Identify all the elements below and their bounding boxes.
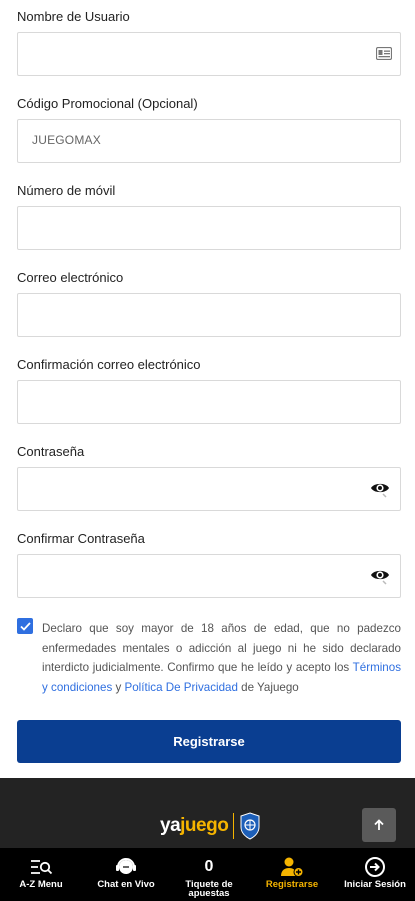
nav-login-label: Iniciar Sesión [344, 879, 406, 890]
password-confirm-input[interactable] [17, 554, 401, 598]
login-icon [365, 857, 385, 877]
username-label: Nombre de Usuario [17, 9, 130, 24]
email-confirm-input[interactable] [17, 380, 401, 424]
consent-text: Declaro que soy mayor de 18 años de edad… [42, 619, 401, 697]
username-input[interactable] [17, 32, 401, 76]
password-input[interactable] [17, 467, 401, 511]
logo-divider [233, 813, 235, 839]
nav-live-chat[interactable]: Chat en Vivo [90, 848, 162, 901]
scroll-to-top-button[interactable] [362, 808, 396, 842]
nav-bet-slip-label: Tiquete de apuestas [185, 879, 233, 899]
mobile-input[interactable] [17, 206, 401, 250]
promo-code-value: JUEGOMAX [32, 133, 101, 147]
consent-text-before: Declaro que soy mayor de 18 años de edad… [42, 622, 401, 675]
headset-icon [116, 858, 136, 874]
promo-code-label: Código Promocional (Opcional) [17, 96, 198, 111]
logo-juego: juego [180, 815, 229, 836]
nav-register[interactable]: Registrarse [258, 848, 326, 901]
nav-az-menu-label: A-Z Menu [19, 879, 63, 890]
club-crest-icon [240, 812, 260, 840]
register-button[interactable]: Registrarse [17, 720, 401, 763]
email-input[interactable] [17, 293, 401, 337]
eye-icon[interactable] [370, 479, 390, 499]
checkmark-icon [19, 621, 31, 631]
mobile-label: Número de móvil [17, 183, 116, 198]
registration-form: Nombre de Usuario Código Promocional (Op… [0, 0, 415, 778]
privacy-link[interactable]: Política De Privacidad [125, 681, 238, 694]
consent-checkbox[interactable] [17, 618, 33, 634]
logo-ya: ya [160, 815, 181, 836]
password-confirm-label: Confirmar Contraseña [17, 531, 145, 546]
id-card-icon [376, 47, 392, 60]
consent-text-after: de Yajuego [237, 680, 299, 694]
eye-icon[interactable] [370, 566, 390, 586]
bet-slip-count: 0 [204, 858, 214, 875]
email-confirm-label: Confirmación correo electrónico [17, 357, 201, 372]
password-label: Contraseña [17, 444, 85, 459]
nav-bet-slip[interactable]: 0 Tiquete de apuestas [176, 848, 242, 901]
nav-register-label: Registrarse [265, 879, 319, 890]
arrow-up-icon [374, 819, 384, 830]
yajuego-logo: ya juego [160, 810, 260, 842]
nav-az-menu[interactable]: A-Z Menu [6, 848, 76, 901]
bottom-nav: A-Z Menu Chat en Vivo 0 Tiquete de apues… [0, 848, 415, 901]
consent-and: y [112, 680, 125, 694]
menu-search-icon [31, 860, 53, 875]
nav-login[interactable]: Iniciar Sesión [340, 848, 410, 901]
add-user-icon [281, 857, 304, 877]
promo-code-input[interactable]: JUEGOMAX [17, 119, 401, 163]
nav-live-chat-label: Chat en Vivo [97, 879, 155, 890]
email-label: Correo electrónico [17, 270, 124, 285]
